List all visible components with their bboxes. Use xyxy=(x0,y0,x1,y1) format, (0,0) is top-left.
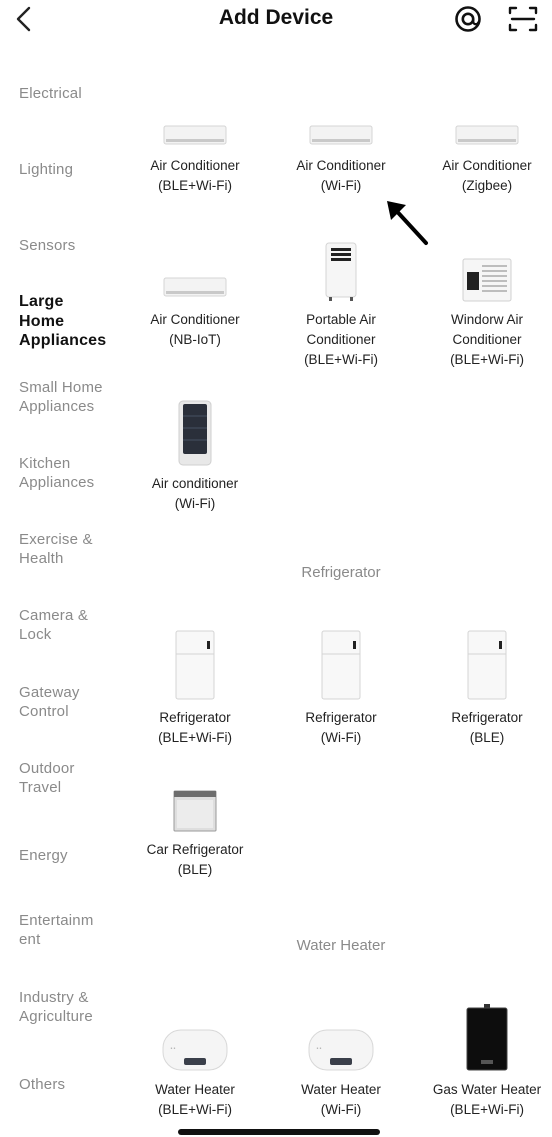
water-heater-icon: •• xyxy=(268,1004,414,1072)
device-name: Air Conditioner (Wi-Fi) xyxy=(296,158,386,193)
sidebar-item-label: Gateway Control xyxy=(19,684,80,720)
split-air-conditioner-icon xyxy=(268,110,414,148)
section-title-refrigerator: Refrigerator xyxy=(301,564,381,581)
device-tile[interactable]: Refrigerator (Wi-Fi) xyxy=(268,630,414,748)
device-tile[interactable]: Air Conditioner (Wi-Fi) xyxy=(268,110,414,196)
water-heater-icon: •• xyxy=(122,1004,268,1072)
device-tile[interactable]: •• Water Heater (Wi-Fi) xyxy=(268,1004,414,1120)
at-sign-icon[interactable] xyxy=(452,4,484,34)
device-name: Windorw Air Conditioner (BLE+Wi-Fi) xyxy=(450,312,524,367)
home-indicator[interactable] xyxy=(178,1129,380,1135)
sidebar-item-sensors[interactable]: Sensors xyxy=(19,236,124,255)
device-tile[interactable]: Air Conditioner (NB-IoT) xyxy=(122,240,268,350)
split-air-conditioner-icon xyxy=(414,110,552,148)
device-name: Air Conditioner (Zigbee) xyxy=(442,158,532,193)
sidebar-item-label: Exercise & Health xyxy=(19,531,93,567)
refrigerator-icon xyxy=(414,630,552,700)
car-refrigerator-icon xyxy=(122,788,268,832)
gas-water-heater-icon xyxy=(414,1004,552,1072)
sidebar-item-electrical[interactable]: Electrical xyxy=(19,84,124,103)
device-tile[interactable]: Portable Air Conditioner (BLE+Wi-Fi) xyxy=(268,240,414,370)
sidebar-item-others[interactable]: Others xyxy=(19,1075,124,1094)
sidebar-item-label: Kitchen Appliances xyxy=(19,455,95,491)
device-tile[interactable]: Gas Water Heater (BLE+Wi-Fi) xyxy=(414,1004,552,1120)
sidebar-item-label: Camera & Lock xyxy=(19,607,89,643)
device-tile[interactable]: Car Refrigerator (BLE) xyxy=(122,788,268,880)
refrigerator-icon xyxy=(122,630,268,700)
remote-control-icon xyxy=(122,400,268,466)
device-name: Water Heater (Wi-Fi) xyxy=(301,1082,381,1117)
split-air-conditioner-icon xyxy=(122,240,268,302)
sidebar-item-exercise-health[interactable]: Exercise & Health xyxy=(19,530,124,568)
split-air-conditioner-icon xyxy=(122,110,268,148)
sidebar-item-camera-lock[interactable]: Camera & Lock xyxy=(19,606,124,644)
svg-text:••: •• xyxy=(316,1046,322,1052)
sidebar-item-label: Large Home Appliances xyxy=(19,293,107,349)
scan-icon[interactable] xyxy=(507,4,539,34)
sidebar-item-label: Entertainm ent xyxy=(19,912,94,948)
device-name: Portable Air Conditioner (BLE+Wi-Fi) xyxy=(304,312,378,367)
device-tile[interactable]: Air Conditioner (Zigbee) xyxy=(414,110,552,196)
device-tile[interactable]: Refrigerator (BLE+Wi-Fi) xyxy=(122,630,268,748)
device-name: Water Heater (BLE+Wi-Fi) xyxy=(155,1082,235,1117)
device-name: Refrigerator (BLE) xyxy=(451,710,523,745)
svg-text:••: •• xyxy=(170,1046,176,1052)
refrigerator-icon xyxy=(268,630,414,700)
sidebar-item-industry-agriculture[interactable]: Industry & Agriculture xyxy=(19,988,124,1026)
device-name: Refrigerator (Wi-Fi) xyxy=(305,710,377,745)
sidebar-item-entertainment[interactable]: Entertainm ent xyxy=(19,911,124,949)
sidebar-item-kitchen-appliances[interactable]: Kitchen Appliances xyxy=(19,454,124,492)
sidebar-item-large-home-appliances[interactable]: Large Home Appliances xyxy=(19,292,124,351)
device-tile[interactable]: Air Conditioner (BLE+Wi-Fi) xyxy=(122,110,268,196)
sidebar-item-label: Energy xyxy=(19,847,68,864)
sidebar-item-label: Others xyxy=(19,1076,66,1093)
device-name: Car Refrigerator (BLE) xyxy=(146,842,244,877)
category-sidebar: Electrical Lighting Sensors Large Home App… xyxy=(0,0,130,1137)
sidebar-item-label: Industry & Agriculture xyxy=(19,989,93,1025)
device-name: Air conditioner (Wi-Fi) xyxy=(151,476,239,511)
pointer-arrow-icon xyxy=(387,201,428,245)
sidebar-item-label: Small Home Appliances xyxy=(19,379,103,415)
device-tile[interactable]: Air conditioner (Wi-Fi) xyxy=(122,400,268,514)
device-name: Refrigerator (BLE+Wi-Fi) xyxy=(158,710,232,745)
device-name: Gas Water Heater (BLE+Wi-Fi) xyxy=(432,1082,542,1117)
sidebar-item-label: Outdoor Travel xyxy=(19,760,75,796)
device-name: Air Conditioner (NB-IoT) xyxy=(150,312,240,347)
sidebar-item-gateway-control[interactable]: Gateway Control xyxy=(19,683,124,721)
sidebar-item-energy[interactable]: Energy xyxy=(19,846,124,865)
sidebar-item-lighting[interactable]: Lighting xyxy=(19,160,124,179)
device-tile[interactable]: •• Water Heater (BLE+Wi-Fi) xyxy=(122,1004,268,1120)
sidebar-item-small-home-appliances[interactable]: Small Home Appliances xyxy=(19,378,124,416)
device-tile[interactable]: Refrigerator (BLE) xyxy=(414,630,552,748)
window-air-conditioner-icon xyxy=(414,240,552,302)
sidebar-item-outdoor-travel[interactable]: Outdoor Travel xyxy=(19,759,124,797)
device-tile[interactable]: Windorw Air Conditioner (BLE+Wi-Fi) xyxy=(414,240,552,370)
section-title-water-heater: Water Heater xyxy=(296,937,386,954)
portable-air-conditioner-icon xyxy=(268,240,414,302)
device-name: Air Conditioner (BLE+Wi-Fi) xyxy=(150,158,240,193)
